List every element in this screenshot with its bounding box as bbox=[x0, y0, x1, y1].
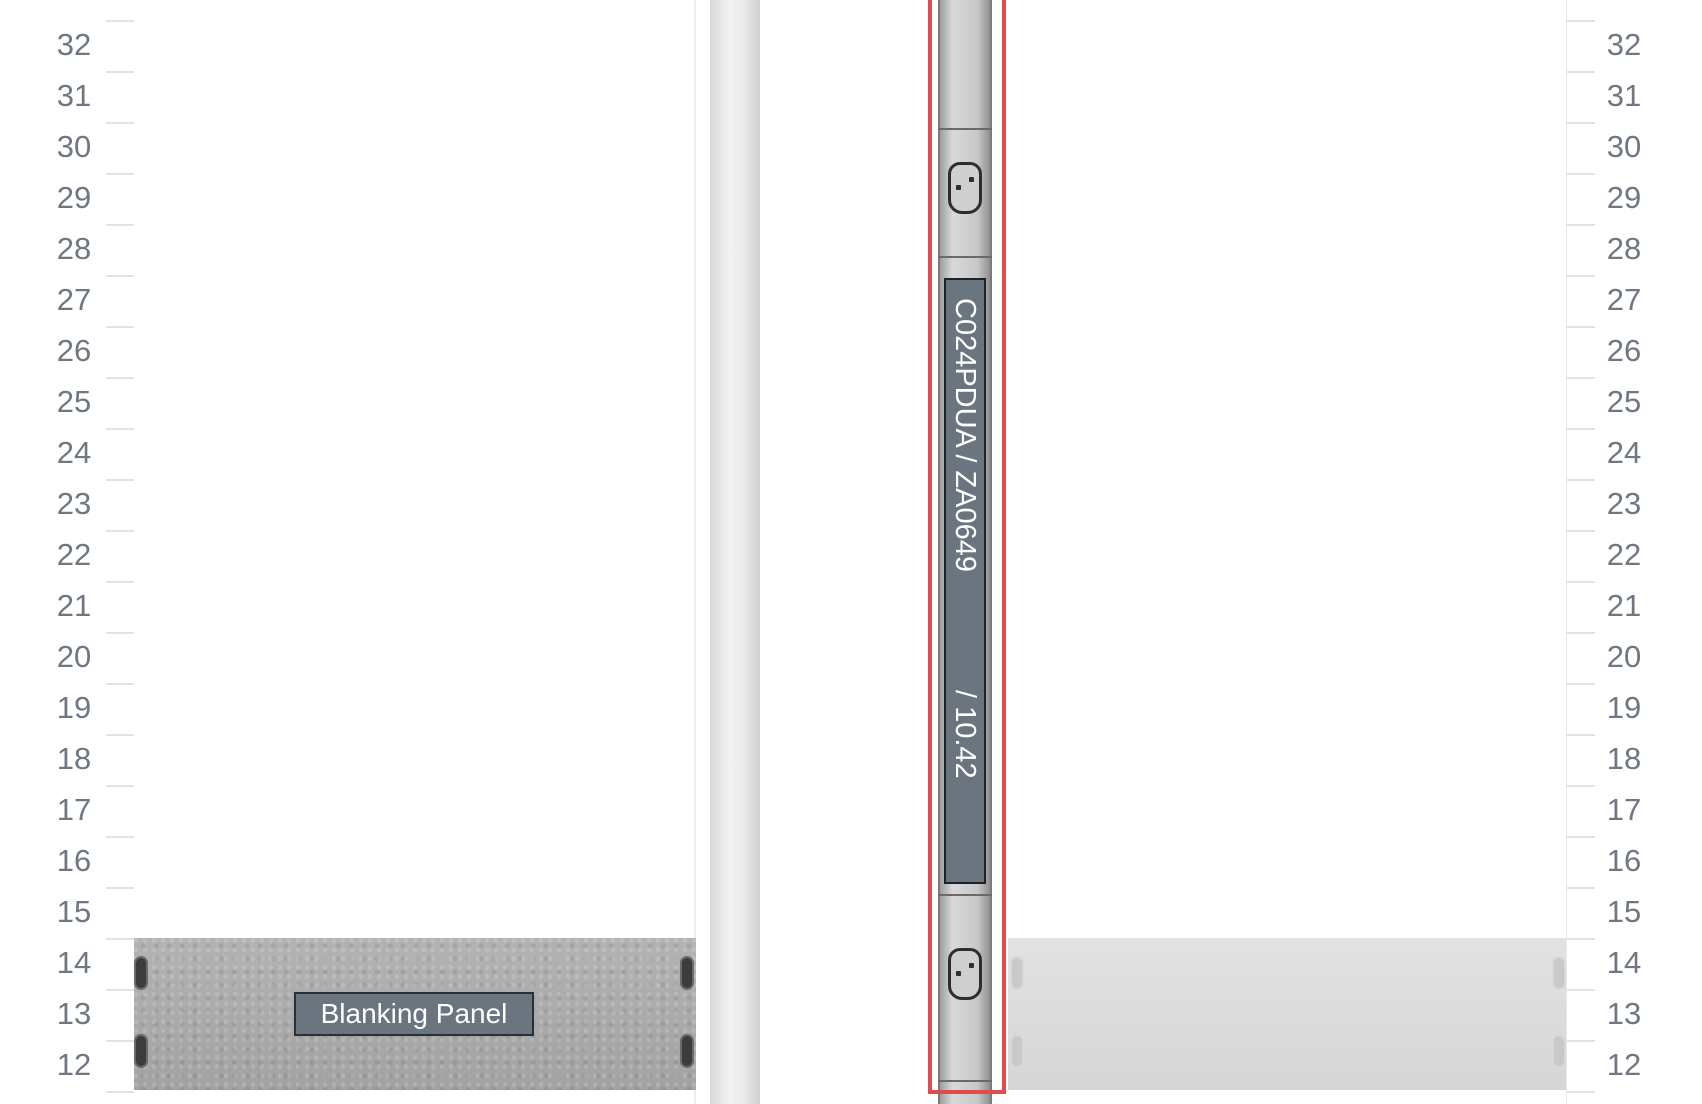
unit-number-label: 24 bbox=[1606, 435, 1642, 470]
rack-unit-tick bbox=[1567, 734, 1595, 736]
unit-number-label: 29 bbox=[1606, 180, 1642, 215]
screw-icon bbox=[680, 956, 694, 990]
rack-unit-tick bbox=[1567, 377, 1595, 379]
unit-number-label: 31 bbox=[56, 78, 92, 113]
unit-number-label: 12 bbox=[1606, 1047, 1642, 1082]
unit-number-label: 19 bbox=[56, 690, 92, 725]
unit-number-label: 18 bbox=[56, 741, 92, 776]
unit-number-label: 27 bbox=[1606, 282, 1642, 317]
unit-number-label: 14 bbox=[1606, 945, 1642, 980]
blanking-panel-label[interactable]: Blanking Panel bbox=[294, 992, 534, 1036]
rack-side-rail bbox=[710, 0, 760, 1104]
rack-unit-tick bbox=[1567, 632, 1595, 634]
unit-number-label: 15 bbox=[56, 894, 92, 929]
unit-number-label: 19 bbox=[1606, 690, 1642, 725]
unit-number-label: 26 bbox=[1606, 333, 1642, 368]
unit-number-label: 25 bbox=[56, 384, 92, 419]
rack-unit-tick bbox=[1567, 989, 1595, 991]
unit-number-label: 27 bbox=[56, 282, 92, 317]
unit-number-label: 14 bbox=[56, 945, 92, 980]
rack-unit-tick bbox=[1567, 683, 1595, 685]
unit-number-label: 24 bbox=[56, 435, 92, 470]
screw-icon bbox=[1010, 1034, 1024, 1068]
pdu-selection-highlight bbox=[928, 0, 1006, 1094]
unit-numbers-left: 32 31 30 29 28 27 26 25 24 23 22 21 20 19 18 17 16 15 14 13… bbox=[48, 0, 128, 1104]
unit-number-label: 23 bbox=[56, 486, 92, 521]
screw-icon bbox=[1552, 956, 1566, 990]
rack-unit-tick bbox=[1567, 275, 1595, 277]
blanking-panel-rear[interactable] bbox=[1008, 938, 1566, 1090]
rack-unit-tick bbox=[1567, 224, 1595, 226]
rack-elevation-view: 32 31 30 29 28 27 26 25 24 23 22 21 20 19 18 17 16 15 14 13… bbox=[0, 0, 1702, 1104]
unit-number-label: 22 bbox=[1606, 537, 1642, 572]
unit-number-label: 23 bbox=[1606, 486, 1642, 521]
rack-unit-tick bbox=[1567, 836, 1595, 838]
unit-number-label: 32 bbox=[1606, 27, 1642, 62]
unit-number-label: 12 bbox=[56, 1047, 92, 1082]
unit-numbers-right: 32 31 30 29 28 27 26 25 24 23 22 21 20 19 18 17 16 15 14 13… bbox=[1592, 0, 1672, 1104]
unit-number-label: 31 bbox=[1606, 78, 1642, 113]
screw-icon bbox=[134, 956, 148, 990]
unit-number-label: 28 bbox=[56, 231, 92, 266]
unit-number-label: 21 bbox=[56, 588, 92, 623]
unit-number-label: 20 bbox=[1606, 639, 1642, 674]
unit-number-label: 30 bbox=[1606, 129, 1642, 164]
screw-icon bbox=[1010, 956, 1024, 990]
unit-number-label: 16 bbox=[1606, 843, 1642, 878]
unit-number-label: 25 bbox=[1606, 384, 1642, 419]
rack-unit-tick bbox=[1567, 530, 1595, 532]
unit-number-label: 26 bbox=[56, 333, 92, 368]
rack-unit-tick bbox=[1567, 326, 1595, 328]
rack-unit-tick bbox=[1567, 20, 1595, 22]
unit-number-label: 15 bbox=[1606, 894, 1642, 929]
unit-number-label: 21 bbox=[1606, 588, 1642, 623]
unit-number-label: 28 bbox=[1606, 231, 1642, 266]
unit-number-label: 13 bbox=[1606, 996, 1642, 1031]
rack-unit-tick bbox=[1567, 428, 1595, 430]
unit-number-label: 22 bbox=[56, 537, 92, 572]
screw-icon bbox=[134, 1034, 148, 1068]
unit-number-label: 30 bbox=[56, 129, 92, 164]
unit-number-label: 17 bbox=[56, 792, 92, 827]
blanking-panel-front[interactable]: Blanking Panel bbox=[134, 938, 696, 1090]
rack-unit-tick bbox=[1567, 122, 1595, 124]
rack-unit-tick bbox=[1567, 581, 1595, 583]
rack-unit-tick bbox=[1567, 887, 1595, 889]
unit-number-label: 13 bbox=[56, 996, 92, 1031]
unit-number-label: 32 bbox=[56, 27, 92, 62]
unit-number-label: 18 bbox=[1606, 741, 1642, 776]
rack-unit-tick bbox=[1567, 1091, 1595, 1093]
rack-unit-tick bbox=[1567, 479, 1595, 481]
rack-unit-tick bbox=[1567, 71, 1595, 73]
unit-number-label: 16 bbox=[56, 843, 92, 878]
screw-icon bbox=[1552, 1034, 1566, 1068]
rack-unit-tick bbox=[1567, 1040, 1595, 1042]
unit-number-label: 20 bbox=[56, 639, 92, 674]
screw-icon bbox=[680, 1034, 694, 1068]
rack-unit-tick bbox=[1567, 785, 1595, 787]
rack-unit-tick bbox=[1567, 938, 1595, 940]
rack-unit-tick bbox=[1567, 173, 1595, 175]
unit-number-label: 17 bbox=[1606, 792, 1642, 827]
unit-number-label: 29 bbox=[56, 180, 92, 215]
